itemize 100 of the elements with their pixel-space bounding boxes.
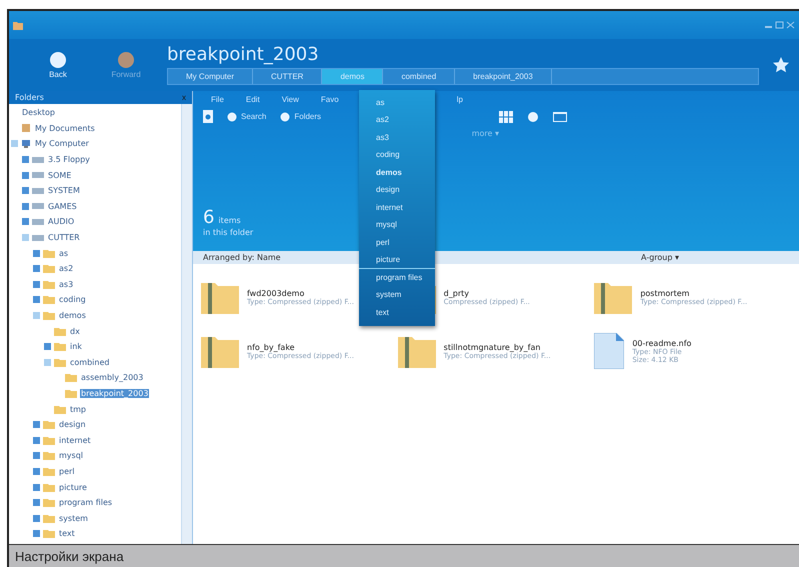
folder-icon [43, 498, 55, 508]
menu-item[interactable]: View [282, 95, 299, 104]
folder-icon [43, 514, 55, 523]
arrange-label: Arranged by: Name [203, 253, 281, 262]
item-count: 6 [203, 207, 214, 228]
expand-toggle[interactable] [33, 452, 40, 460]
menu-item[interactable]: File [211, 95, 224, 104]
tree-item[interactable]: mysql [58, 451, 84, 460]
expand-toggle[interactable] [33, 421, 40, 428]
dropdown-item[interactable]: design [359, 182, 435, 199]
menu-item[interactable]: lp [456, 95, 463, 104]
tree-item[interactable]: breakpoint_2003 [80, 388, 150, 398]
dropdown-item[interactable]: coding [359, 146, 435, 164]
tree-item[interactable]: as2 [58, 264, 74, 274]
tree-item[interactable]: combined [69, 358, 110, 367]
folder-icon [43, 482, 55, 492]
dropdown-item[interactable]: program files [359, 269, 435, 286]
tree-item[interactable]: CUTTER [47, 233, 81, 242]
star-icon[interactable] [773, 57, 789, 73]
file-name: nfo_by_fake [247, 342, 296, 352]
menu-item[interactable]: Edit [246, 95, 260, 104]
drive-icon [32, 218, 44, 226]
nav-button[interactable]: Back [31, 52, 85, 78]
folder-caption: in this folder [203, 228, 254, 237]
tree-item[interactable]: My Computer [34, 139, 90, 148]
expand-toggle[interactable] [33, 484, 40, 491]
tree-item[interactable]: perl [58, 466, 76, 476]
expand-toggle[interactable] [44, 343, 51, 350]
tree-item[interactable]: design [58, 420, 87, 430]
expand-toggle[interactable] [22, 172, 29, 179]
tree-item[interactable]: My Documents [34, 124, 96, 133]
tree-item[interactable]: system [58, 514, 89, 523]
expand-toggle[interactable] [33, 436, 40, 444]
expand-toggle[interactable] [33, 280, 40, 288]
tree-item[interactable]: internet [58, 436, 92, 445]
expand-toggle[interactable] [33, 312, 40, 320]
tree-item[interactable]: 3.5 Floppy [47, 155, 91, 164]
tree-item[interactable]: coding [58, 295, 87, 304]
window-icon[interactable] [553, 112, 568, 122]
drive-icon [32, 234, 44, 242]
expand-toggle[interactable] [33, 514, 40, 522]
folder-icon [43, 295, 55, 304]
grid-view-icon[interactable] [499, 110, 514, 122]
drive-icon [32, 186, 44, 195]
dropdown-item[interactable]: demos [359, 164, 435, 182]
folder-icon [43, 420, 55, 430]
folder-icon [54, 342, 66, 352]
folder-icon [13, 20, 23, 30]
window-title: breakpoint_2003 [167, 45, 320, 65]
expand-toggle[interactable] [22, 218, 29, 226]
dropdown-item[interactable]: picture [359, 252, 435, 269]
scrollbar[interactable] [181, 104, 192, 544]
folders-title: Folders [15, 93, 44, 102]
expand-toggle[interactable] [33, 499, 40, 506]
tree-item[interactable]: ink [69, 342, 83, 352]
expand-toggle[interactable] [11, 140, 18, 148]
expand-toggle[interactable] [22, 234, 29, 242]
dropdown-item[interactable]: text [359, 304, 435, 322]
close-button[interactable]: x [182, 93, 186, 102]
tree-item[interactable]: as [58, 248, 70, 258]
expand-toggle[interactable] [44, 358, 51, 366]
documents-icon [21, 123, 31, 134]
tree-item[interactable]: AUDIO [47, 217, 76, 226]
page-icon[interactable] [203, 110, 213, 123]
tree-item[interactable]: GAMES [47, 202, 78, 211]
dropdown-item[interactable]: internet [359, 199, 435, 216]
tree-item[interactable]: Desktop [21, 108, 56, 118]
expand-toggle[interactable] [33, 265, 40, 272]
tree-item[interactable]: SYSTEM [47, 186, 81, 196]
tree-item[interactable]: program files [58, 498, 114, 508]
dropdown-item[interactable]: perl [359, 234, 435, 252]
folder-icon [43, 280, 55, 289]
tree-item[interactable]: dx [69, 326, 81, 336]
expand-toggle[interactable] [33, 296, 40, 304]
expand-toggle[interactable] [22, 156, 29, 164]
expand-toggle[interactable] [22, 187, 29, 194]
menu-item[interactable]: Favo [320, 95, 339, 104]
tree-item[interactable]: demos [58, 311, 87, 320]
expand-toggle[interactable] [33, 530, 40, 538]
tree-item[interactable]: text [58, 529, 76, 538]
expand-toggle[interactable] [22, 202, 29, 210]
dropdown-item[interactable]: mysql [359, 216, 435, 234]
group-dropdown[interactable]: A-group ▾ [641, 253, 679, 262]
expand-toggle[interactable] [33, 250, 40, 257]
folder-icon [54, 358, 66, 367]
file-name: postmortem [640, 288, 690, 298]
dropdown-item[interactable]: system [359, 286, 435, 304]
tree-item[interactable]: as3 [58, 280, 74, 289]
expand-toggle[interactable] [33, 468, 40, 475]
tree-item[interactable]: SOME [47, 170, 72, 180]
tree-item[interactable]: tmp [69, 404, 88, 414]
folder-icon [43, 248, 55, 258]
tree-item[interactable]: picture [58, 482, 88, 492]
window-controls-icon[interactable] [765, 21, 795, 29]
folder-icon [65, 373, 77, 382]
circle-icon [280, 112, 290, 122]
zip-folder-icon [594, 280, 632, 314]
folder-icon [43, 529, 55, 538]
folder-icon [54, 404, 66, 414]
tree-item[interactable]: assembly_2003 [80, 373, 144, 382]
